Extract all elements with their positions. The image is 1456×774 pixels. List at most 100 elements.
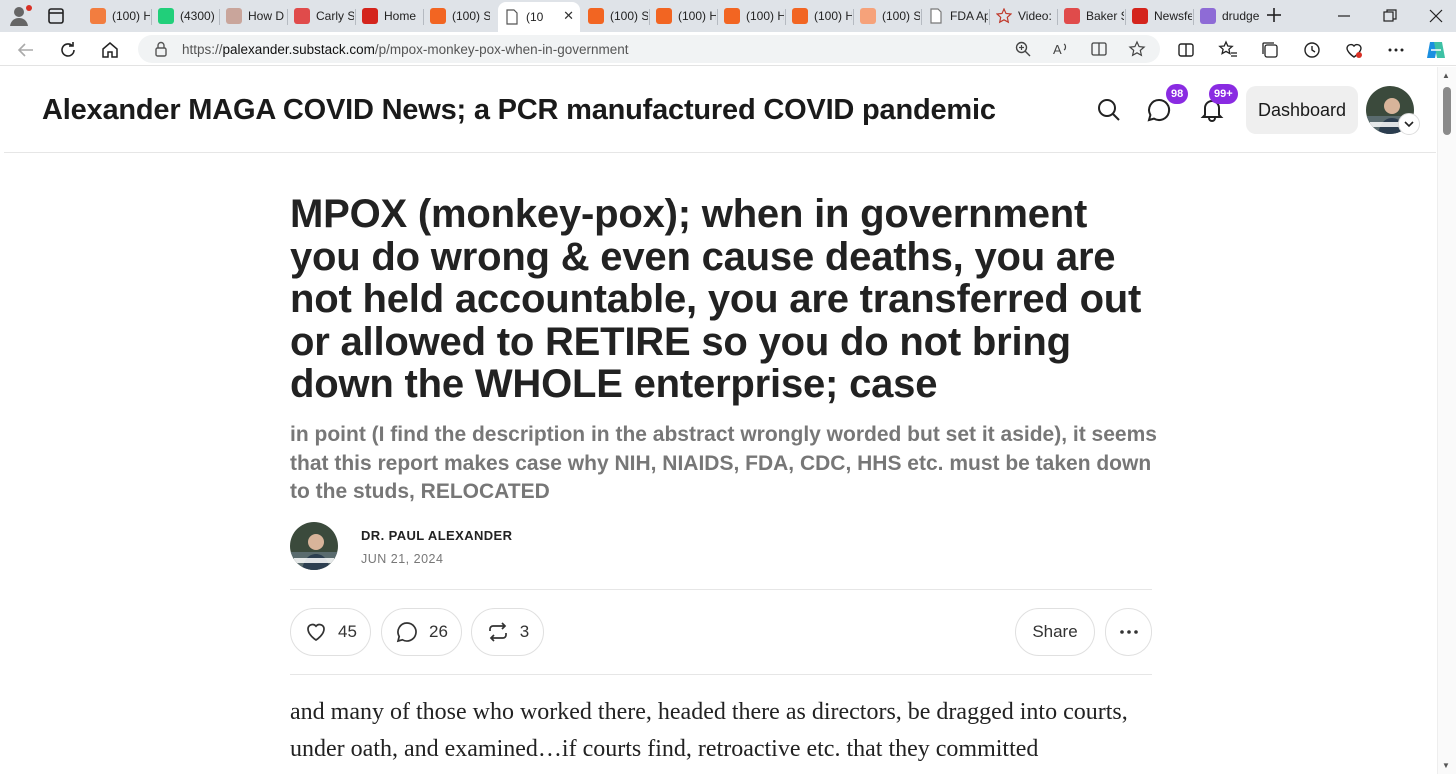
- browser-tab-title: (4300): [180, 9, 215, 23]
- browser-tab[interactable]: Newsfe: [1126, 2, 1192, 30]
- substack-icon: [430, 8, 446, 24]
- comment-icon: [396, 622, 417, 643]
- page-scrollbar[interactable]: ▲ ▼: [1437, 67, 1456, 774]
- browser-tab-title: FDA Ap: [950, 9, 988, 23]
- scroll-up-arrow-icon[interactable]: ▲: [1442, 71, 1450, 80]
- browser-tab-title: Home: [384, 9, 417, 23]
- browser-tab[interactable]: (10 ✕: [498, 2, 580, 32]
- browser-tab[interactable]: (100) H: [718, 2, 784, 30]
- favorites-icon[interactable]: [1218, 40, 1238, 60]
- svg-text:A: A: [1053, 42, 1062, 57]
- comment-count: 26: [429, 622, 448, 641]
- browser-tab[interactable]: (100) S: [854, 2, 920, 30]
- post-date: JUN 21, 2024: [361, 552, 444, 566]
- browser-tab-title: drudge: [1222, 9, 1260, 23]
- zoom-icon[interactable]: [1014, 40, 1032, 58]
- author-name[interactable]: DR. PAUL ALEXANDER: [361, 528, 512, 543]
- browser-toolbar: https://palexander.substack.com/p/mpox-m…: [0, 32, 1456, 66]
- browser-tab[interactable]: drudge: [1194, 2, 1260, 30]
- substack-icon: [656, 8, 672, 24]
- chat-badge: 98: [1166, 84, 1189, 104]
- divider: [290, 589, 1152, 590]
- document-icon: [504, 9, 520, 25]
- browser-tab[interactable]: (100) S: [424, 2, 490, 30]
- home-icon[interactable]: [100, 40, 120, 60]
- dashboard-button[interactable]: Dashboard: [1246, 86, 1358, 134]
- substack-icon: [792, 8, 808, 24]
- copilot-icon[interactable]: [1424, 38, 1448, 62]
- comment-button[interactable]: 26: [381, 608, 462, 656]
- share-button[interactable]: Share: [1015, 608, 1095, 656]
- browser-tab[interactable]: (100) S: [582, 2, 648, 30]
- address-bar[interactable]: https://palexander.substack.com/p/mpox-m…: [138, 35, 1160, 63]
- search-icon[interactable]: [1096, 97, 1122, 123]
- post-body-paragraph: and many of those who worked there, head…: [290, 699, 1128, 762]
- browser-tab[interactable]: Baker S: [1058, 2, 1124, 30]
- document-icon: [928, 8, 944, 24]
- substack-icon: [860, 8, 876, 24]
- close-tab-icon[interactable]: ✕: [563, 8, 574, 24]
- star-icon: [996, 8, 1012, 24]
- history-icon[interactable]: [1302, 40, 1322, 60]
- ellipsis-icon: [1119, 630, 1138, 634]
- browser-tab-title: Carly S: [316, 9, 354, 23]
- more-menu-icon[interactable]: [1386, 40, 1406, 60]
- collections-icon[interactable]: [1260, 40, 1280, 60]
- browser-tab[interactable]: (4300): [152, 2, 218, 30]
- substack-icon: [90, 8, 106, 24]
- restack-icon: [488, 622, 507, 642]
- browser-tab-strip: (100) H (4300) How D Carly S Home (100) S (10 ✕…: [0, 0, 1456, 32]
- like-count: 45: [338, 622, 357, 641]
- scroll-down-arrow-icon[interactable]: ▼: [1442, 761, 1450, 770]
- avatar-chevron-down-icon[interactable]: [1398, 113, 1420, 135]
- post-subtitle: in point (I find the description in the …: [290, 423, 1157, 503]
- close-window-icon[interactable]: [1426, 6, 1446, 26]
- new-tab-button[interactable]: [1263, 4, 1285, 26]
- post-title: MPOX (monkey-pox); when in government yo…: [290, 192, 1142, 406]
- favorite-star-icon[interactable]: [1128, 40, 1146, 58]
- browser-essentials-icon[interactable]: [1344, 40, 1364, 60]
- gab-icon: [158, 8, 174, 24]
- restack-button[interactable]: 3: [471, 608, 544, 656]
- read-aloud-icon[interactable]: A: [1052, 40, 1070, 58]
- split-screen-icon[interactable]: [1176, 40, 1196, 60]
- browser-tab-title: (100) S: [882, 9, 920, 23]
- minimize-icon[interactable]: [1334, 6, 1354, 26]
- browser-tab[interactable]: Carly S: [288, 2, 354, 30]
- substack-icon: [588, 8, 604, 24]
- browser-tab[interactable]: (100) H: [84, 2, 150, 30]
- like-button[interactable]: 45: [290, 608, 371, 656]
- more-options-button[interactable]: [1105, 608, 1152, 656]
- notification-badge: 99+: [1209, 84, 1238, 104]
- site-info-icon[interactable]: [152, 40, 170, 58]
- browser-tab-title: (100) S: [452, 9, 490, 23]
- browser-tab-title: How D: [248, 9, 285, 23]
- refresh-icon[interactable]: [58, 40, 78, 60]
- browser-tab[interactable]: (100) H: [650, 2, 716, 30]
- author-avatar[interactable]: [290, 522, 338, 570]
- browser-tab-title: Newsfe: [1154, 9, 1192, 23]
- youtube-icon: [294, 8, 310, 24]
- browser-tab[interactable]: Video:: [990, 2, 1056, 30]
- browser-tab[interactable]: FDA Ap: [922, 2, 988, 30]
- browser-tab-title: Video:: [1018, 9, 1052, 23]
- back-icon[interactable]: [16, 40, 36, 60]
- substack-icon: [724, 8, 740, 24]
- browser-tab[interactable]: Home: [356, 2, 422, 30]
- browser-tab[interactable]: (100) H: [786, 2, 852, 30]
- gettr-icon: [362, 8, 378, 24]
- browser-tab-title: Baker S: [1086, 9, 1124, 23]
- profile-icon[interactable]: [8, 4, 34, 28]
- browser-tab-title: (100) S: [610, 9, 648, 23]
- immersive-reader-icon[interactable]: [1090, 40, 1108, 58]
- site-header: Alexander MAGA COVID News; a PCR manufac…: [4, 67, 1436, 153]
- business-insider-icon: [226, 8, 242, 24]
- browser-tab-title: (100) H: [746, 9, 784, 23]
- restore-icon[interactable]: [1380, 6, 1400, 26]
- browser-tab-title: (10: [526, 10, 544, 24]
- browser-tab[interactable]: How D: [220, 2, 286, 30]
- share-label: Share: [1032, 622, 1078, 641]
- publication-title[interactable]: Alexander MAGA COVID News; a PCR manufac…: [42, 94, 996, 127]
- tab-actions-icon[interactable]: [44, 5, 68, 27]
- scroll-thumb[interactable]: [1443, 87, 1451, 135]
